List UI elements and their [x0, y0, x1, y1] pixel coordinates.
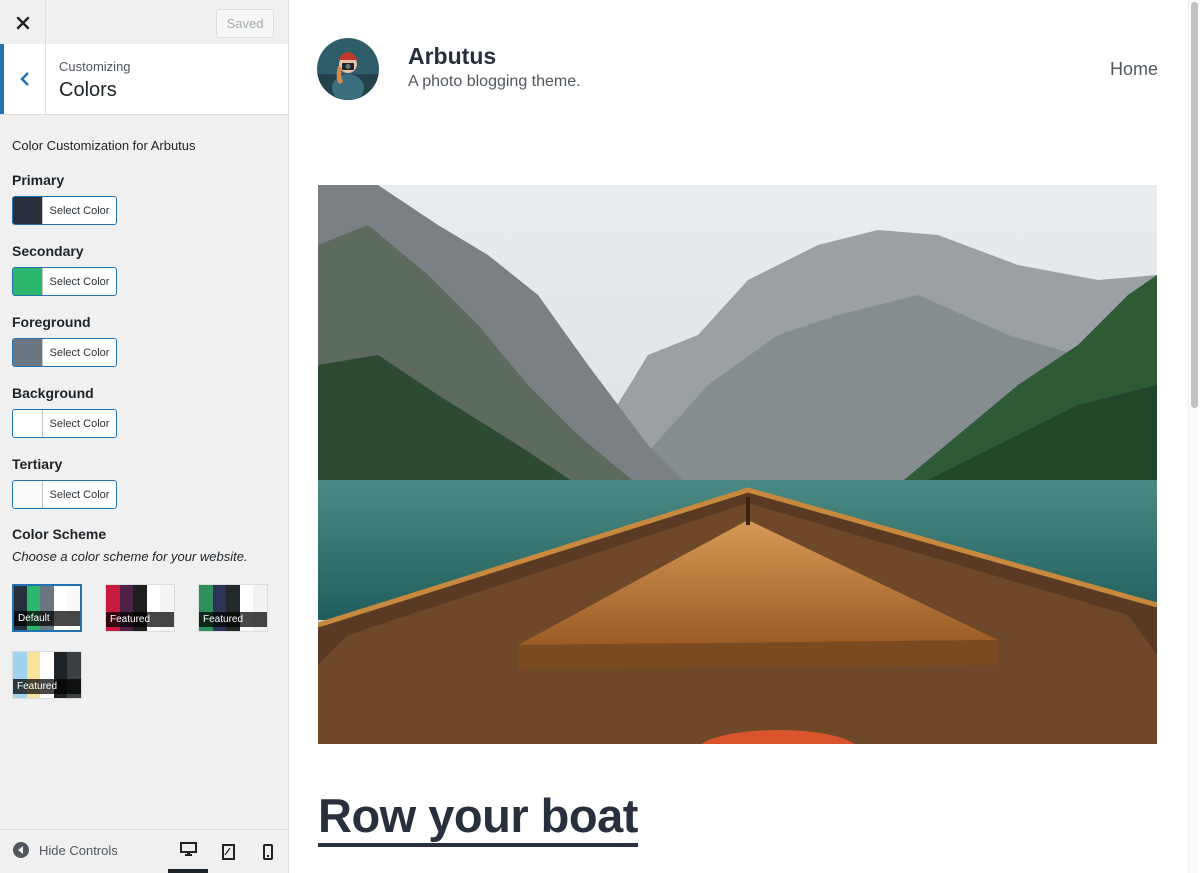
device-tablet-button[interactable] [208, 830, 248, 873]
color-control-secondary: Secondary Select Color [12, 242, 277, 296]
device-mobile-button[interactable] [248, 830, 288, 873]
select-color-button[interactable]: Select Color [12, 267, 117, 296]
color-scheme-options: Default Featured Featured Featured [12, 584, 282, 704]
color-control-foreground: Foreground Select Color [12, 313, 277, 367]
site-logo-avatar[interactable] [317, 38, 379, 100]
post-title-link[interactable]: Row your boat [318, 790, 638, 847]
color-swatch [13, 339, 43, 366]
color-control-tertiary: Tertiary Select Color [12, 455, 277, 509]
select-color-button[interactable]: Select Color [12, 338, 117, 367]
control-label: Secondary [12, 243, 84, 259]
scheme-name: Featured [13, 679, 81, 694]
chevron-left-icon [19, 72, 29, 86]
site-title[interactable]: Arbutus [408, 43, 496, 70]
control-label: Tertiary [12, 456, 63, 472]
back-button[interactable] [0, 44, 46, 114]
color-control-background: Background Select Color [12, 384, 277, 438]
breadcrumb: Customizing [59, 59, 131, 74]
collapse-icon [13, 842, 29, 858]
featured-image [318, 185, 1157, 744]
color-swatch [13, 268, 43, 295]
select-color-label: Select Color [43, 268, 116, 295]
close-icon [16, 16, 29, 29]
customizer-panel: Saved Customizing Colors Color Customiza… [0, 0, 289, 873]
select-color-button[interactable]: Select Color [12, 196, 117, 225]
scheme-option-featured[interactable]: Featured [198, 584, 268, 632]
desktop-icon [179, 842, 197, 856]
select-color-label: Select Color [43, 339, 116, 366]
scheme-name: Default [14, 611, 80, 626]
mobile-icon [263, 843, 273, 860]
site-description: A photo blogging theme. [408, 73, 581, 90]
select-color-button[interactable]: Select Color [12, 409, 117, 438]
hide-controls-button[interactable]: Hide Controls [13, 842, 118, 858]
preview-scrollbar[interactable] [1188, 0, 1199, 873]
color-controls: Color Customization for Arbutus Primary … [12, 138, 277, 564]
select-color-label: Select Color [43, 197, 116, 224]
controls-description: Color Customization for Arbutus [12, 138, 196, 153]
select-color-label: Select Color [43, 410, 116, 437]
section-header: Customizing Colors [0, 44, 288, 115]
control-label: Primary [12, 172, 65, 188]
device-desktop-button[interactable] [168, 830, 208, 873]
color-swatch [13, 197, 43, 224]
nav-link-home[interactable]: Home [1110, 59, 1158, 80]
select-color-label: Select Color [43, 481, 116, 508]
color-scheme-description: Choose a color scheme for your website. [12, 549, 248, 564]
section-title: Colors [59, 79, 117, 101]
customizer-topbar: Saved [0, 0, 288, 45]
scheme-option-featured[interactable]: Featured [105, 584, 175, 632]
scheme-option-default[interactable]: Default [12, 584, 82, 632]
color-control-primary: Primary Select Color [12, 171, 277, 225]
close-button[interactable] [0, 0, 46, 45]
color-swatch [13, 410, 43, 437]
control-label: Foreground [12, 314, 91, 330]
hide-controls-label: Hide Controls [39, 842, 118, 858]
tablet-icon [221, 843, 235, 860]
scheme-name: Featured [199, 612, 267, 627]
color-swatch [13, 481, 43, 508]
color-scheme-label: Color Scheme [12, 526, 107, 542]
saved-button[interactable]: Saved [216, 9, 274, 38]
scheme-name: Featured [106, 612, 174, 627]
scrollbar-thumb[interactable] [1191, 2, 1198, 408]
customizer-footer: Hide Controls [0, 829, 288, 873]
site-preview: Arbutus A photo blogging theme. Home Row… [289, 0, 1200, 873]
control-label: Background [12, 385, 94, 401]
select-color-button[interactable]: Select Color [12, 480, 117, 509]
scheme-option-featured[interactable]: Featured [12, 651, 82, 699]
